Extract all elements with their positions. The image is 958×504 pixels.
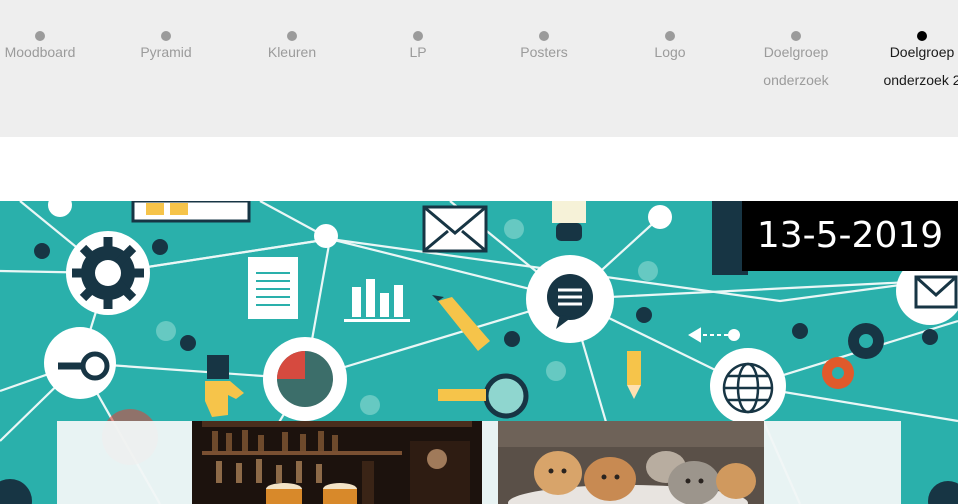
kittens-photo (498, 421, 764, 504)
arrow-icon (688, 327, 740, 343)
pointing-hand-icon (205, 355, 244, 417)
monitor-icon (131, 201, 251, 223)
kittens-image (498, 421, 764, 504)
beer-glasses-image (192, 421, 482, 504)
timeline-item-label: Doelgroep onderzoek (763, 44, 829, 88)
lightbulb-icon (552, 201, 586, 241)
document-icon (248, 257, 298, 319)
timeline-item-label: Pyramid (140, 44, 192, 60)
bar-photo (192, 421, 482, 504)
envelope-icon (914, 275, 958, 309)
magnifier-icon (438, 373, 529, 419)
timeline-item-doelgroep-onderzoek[interactable]: Doelgroep onderzoek (741, 30, 851, 94)
timeline-item-logo[interactable]: Logo (615, 30, 725, 66)
bar-chart-icon (344, 279, 410, 322)
timeline-item-label: Kleuren (267, 44, 317, 60)
timeline-item-label: Posters (520, 44, 568, 60)
timeline-item-moodboard[interactable]: Moodboard (0, 30, 95, 66)
timeline-item-pyramid[interactable]: Pyramid (111, 30, 221, 66)
timeline-item-posters[interactable]: Posters (489, 30, 599, 66)
timeline-item-lp[interactable]: LP (363, 30, 473, 66)
post-date-badge: 13-5-2019 (742, 201, 958, 271)
envelope-icon (422, 205, 488, 253)
timeline-item-label: LP (409, 44, 427, 60)
pencil-icon (432, 295, 490, 351)
timeline-item-label: Logo (654, 44, 686, 60)
timeline-nav: Moodboard Pyramid Kleuren LP Posters Log… (0, 0, 958, 137)
pencil-icon (627, 351, 641, 399)
pie-chart-icon (277, 351, 333, 407)
timeline-item-label: Moodboard (4, 44, 76, 60)
timeline-item-kleuren[interactable]: Kleuren (237, 30, 347, 66)
timeline-item-doelgroep-onderzoek-2[interactable]: Doelgroep onderzoek 2 (867, 30, 958, 94)
timeline-item-label: Doelgroep onderzoek 2 (883, 44, 958, 88)
